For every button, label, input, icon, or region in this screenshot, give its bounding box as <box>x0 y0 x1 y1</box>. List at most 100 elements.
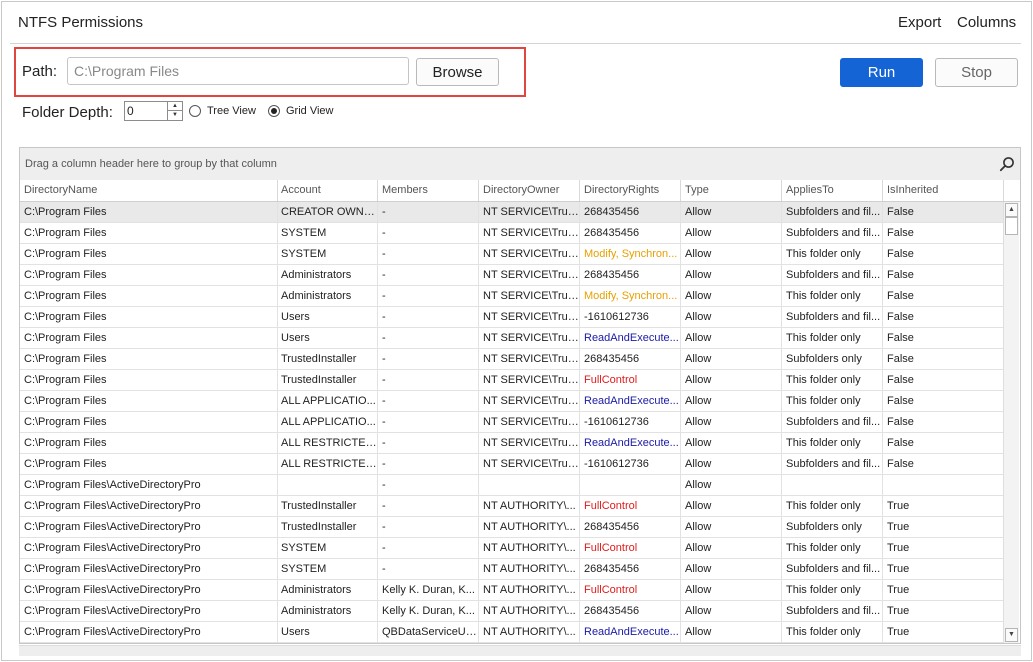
cell-is-inherited[interactable]: False <box>883 202 1004 222</box>
cell-type[interactable]: Allow <box>681 559 782 579</box>
search-icon[interactable] <box>999 156 1015 172</box>
cell-type[interactable]: Allow <box>681 265 782 285</box>
cell-directory-owner[interactable]: NT SERVICE\Trus... <box>479 328 580 348</box>
run-button[interactable]: Run <box>840 58 923 87</box>
cell-applies-to[interactable]: This folder only <box>782 433 883 453</box>
cell-directory-rights[interactable]: FullControl <box>580 580 681 600</box>
column-header-directory-name[interactable]: DirectoryName <box>20 180 278 201</box>
table-row[interactable]: C:\Program Files ALL RESTRICTED... - NT SER… <box>20 454 1004 475</box>
cell-directory-rights[interactable]: ReadAndExecute... <box>580 328 681 348</box>
cell-account[interactable]: CREATOR OWNER <box>277 202 378 222</box>
cell-is-inherited[interactable]: False <box>883 244 1004 264</box>
cell-applies-to[interactable]: This folder only <box>782 622 883 642</box>
cell-applies-to[interactable]: This folder only <box>782 538 883 558</box>
vertical-scrollbar[interactable]: ▲ ▼ <box>1003 202 1019 643</box>
spinner-down-icon[interactable]: ▼ <box>168 111 182 120</box>
cell-type[interactable]: Allow <box>681 202 782 222</box>
cell-is-inherited[interactable]: True <box>883 538 1004 558</box>
table-row[interactable]: C:\Program Files Administrators - NT SERVIC… <box>20 265 1004 286</box>
cell-directory-name[interactable]: C:\Program Files <box>20 454 278 474</box>
cell-applies-to[interactable]: Subfolders and fil... <box>782 307 883 327</box>
cell-is-inherited[interactable]: False <box>883 391 1004 411</box>
cell-is-inherited[interactable]: True <box>883 517 1004 537</box>
cell-members[interactable]: - <box>378 517 479 537</box>
cell-directory-rights[interactable] <box>580 475 681 495</box>
cell-directory-owner[interactable]: NT SERVICE\Trus... <box>479 349 580 369</box>
cell-account[interactable]: SYSTEM <box>277 559 378 579</box>
cell-directory-owner[interactable]: NT SERVICE\Trus... <box>479 433 580 453</box>
cell-type[interactable]: Allow <box>681 580 782 600</box>
cell-directory-owner[interactable]: NT SERVICE\Trus... <box>479 223 580 243</box>
cell-members[interactable]: Kelly K. Duran, K... <box>378 580 479 600</box>
cell-applies-to[interactable]: This folder only <box>782 244 883 264</box>
cell-directory-rights[interactable]: FullControl <box>580 538 681 558</box>
cell-account[interactable]: TrustedInstaller <box>277 349 378 369</box>
table-row[interactable]: C:\Program Files\ActiveDirectoryPro Admin… <box>20 601 1004 622</box>
cell-members[interactable]: - <box>378 307 479 327</box>
column-header-directory-rights[interactable]: DirectoryRights <box>580 180 681 201</box>
cell-is-inherited[interactable]: True <box>883 496 1004 516</box>
cell-directory-owner[interactable]: NT AUTHORITY\... <box>479 517 580 537</box>
cell-account[interactable]: TrustedInstaller <box>277 517 378 537</box>
table-row[interactable]: C:\Program Files\ActiveDirectoryPro Trust… <box>20 496 1004 517</box>
cell-type[interactable]: Allow <box>681 223 782 243</box>
export-menu[interactable]: Export <box>898 14 941 31</box>
cell-applies-to[interactable]: Subfolders and fil... <box>782 202 883 222</box>
cell-members[interactable]: - <box>378 412 479 432</box>
cell-directory-rights[interactable]: 268435456 <box>580 349 681 369</box>
table-row[interactable]: C:\Program Files ALL APPLICATIO... - NT SER… <box>20 412 1004 433</box>
cell-directory-rights[interactable]: 268435456 <box>580 601 681 621</box>
cell-directory-owner[interactable]: NT SERVICE\Trus... <box>479 286 580 306</box>
cell-directory-rights[interactable]: ReadAndExecute... <box>580 391 681 411</box>
cell-type[interactable]: Allow <box>681 307 782 327</box>
cell-type[interactable]: Allow <box>681 622 782 642</box>
cell-account[interactable]: Administrators <box>277 601 378 621</box>
table-row[interactable]: C:\Program Files Users - NT SERVICE\Trus...… <box>20 307 1004 328</box>
cell-directory-name[interactable]: C:\Program Files\ActiveDirectoryPro <box>20 538 278 558</box>
cell-applies-to[interactable]: This folder only <box>782 580 883 600</box>
cell-directory-rights[interactable]: ReadAndExecute... <box>580 622 681 642</box>
cell-directory-owner[interactable]: NT AUTHORITY\... <box>479 580 580 600</box>
cell-type[interactable]: Allow <box>681 475 782 495</box>
cell-account[interactable] <box>277 475 378 495</box>
cell-type[interactable]: Allow <box>681 412 782 432</box>
cell-applies-to[interactable]: Subfolders and fil... <box>782 601 883 621</box>
cell-applies-to[interactable]: This folder only <box>782 328 883 348</box>
cell-applies-to[interactable]: Subfolders and fil... <box>782 223 883 243</box>
column-header-account[interactable]: Account <box>277 180 378 201</box>
cell-directory-owner[interactable]: NT SERVICE\Trus... <box>479 391 580 411</box>
cell-type[interactable]: Allow <box>681 601 782 621</box>
cell-account[interactable]: ALL APPLICATIO... <box>277 412 378 432</box>
cell-type[interactable]: Allow <box>681 286 782 306</box>
cell-type[interactable]: Allow <box>681 433 782 453</box>
cell-type[interactable]: Allow <box>681 349 782 369</box>
cell-members[interactable]: - <box>378 370 479 390</box>
column-header-members[interactable]: Members <box>378 180 479 201</box>
cell-applies-to[interactable]: Subfolders and fil... <box>782 559 883 579</box>
cell-applies-to[interactable]: Subfolders and fil... <box>782 265 883 285</box>
table-row[interactable]: C:\Program Files SYSTEM - NT SERVICE\Trus..… <box>20 223 1004 244</box>
folder-depth-value[interactable]: 0 <box>127 104 134 118</box>
cell-type[interactable]: Allow <box>681 244 782 264</box>
cell-directory-name[interactable]: C:\Program Files\ActiveDirectoryPro <box>20 559 278 579</box>
scroll-up-icon[interactable]: ▲ <box>1005 203 1018 217</box>
cell-members[interactable]: - <box>378 454 479 474</box>
cell-type[interactable]: Allow <box>681 454 782 474</box>
cell-directory-rights[interactable]: 268435456 <box>580 559 681 579</box>
cell-applies-to[interactable]: Subfolders only <box>782 517 883 537</box>
table-row[interactable]: C:\Program Files ALL RESTRICTED... - NT SER… <box>20 433 1004 454</box>
scroll-down-icon[interactable]: ▼ <box>1005 628 1018 642</box>
cell-directory-name[interactable]: C:\Program Files <box>20 328 278 348</box>
cell-applies-to[interactable]: Subfolders only <box>782 349 883 369</box>
table-row[interactable]: C:\Program Files TrustedInstaller - NT SERV… <box>20 370 1004 391</box>
cell-applies-to[interactable]: Subfolders and fil... <box>782 454 883 474</box>
cell-account[interactable]: TrustedInstaller <box>277 496 378 516</box>
cell-members[interactable]: - <box>378 349 479 369</box>
cell-directory-rights[interactable]: Modify, Synchron... <box>580 286 681 306</box>
table-row[interactable]: C:\Program Files Administrators - NT SERVIC… <box>20 286 1004 307</box>
table-row[interactable]: C:\Program Files ALL APPLICATIO... - NT SER… <box>20 391 1004 412</box>
cell-directory-name[interactable]: C:\Program Files\ActiveDirectoryPro <box>20 496 278 516</box>
cell-type[interactable]: Allow <box>681 538 782 558</box>
horizontal-scrollbar[interactable] <box>19 645 1021 656</box>
cell-account[interactable]: TrustedInstaller <box>277 370 378 390</box>
